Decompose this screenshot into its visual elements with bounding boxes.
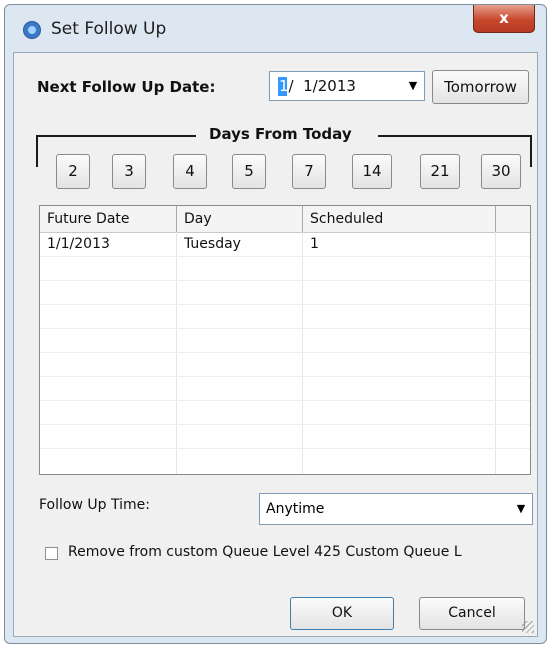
grid-row-line: [40, 328, 530, 329]
follow-up-schedule-grid[interactable]: Future Date Day Scheduled 1/1/2013 Tuesd…: [39, 205, 531, 475]
day-button-7[interactable]: 7: [292, 154, 326, 189]
next-follow-up-date-picker[interactable]: 1/ 1/2013 ▼: [269, 71, 425, 101]
date-rest-field[interactable]: / 1/2013: [289, 77, 356, 95]
date-month-field[interactable]: 1: [279, 77, 289, 95]
next-follow-up-date-label: Next Follow Up Date:: [37, 78, 216, 96]
column-header-scheduled[interactable]: Scheduled: [303, 206, 496, 232]
set-follow-up-dialog: Set Follow Up x Next Follow Up Date: 1/ …: [4, 4, 547, 644]
day-button-5[interactable]: 5: [232, 154, 266, 189]
date-dropdown-arrow-icon[interactable]: ▼: [405, 77, 421, 95]
ok-button[interactable]: OK: [290, 597, 394, 630]
dialog-body: Next Follow Up Date: 1/ 1/2013 ▼ Tomorro…: [13, 52, 538, 637]
follow-up-time-value: Anytime: [266, 501, 325, 517]
remove-queue-label[interactable]: Remove from custom Queue Level 425 Custo…: [68, 544, 462, 560]
grid-row-line: [40, 400, 530, 401]
day-button-21[interactable]: 21: [420, 154, 460, 189]
grid-row-line: [40, 424, 530, 425]
cell-future-date[interactable]: 1/1/2013: [47, 236, 110, 252]
day-button-2[interactable]: 2: [56, 154, 90, 189]
days-from-today-label: Days From Today: [209, 125, 352, 143]
grid-column-divider: [303, 232, 496, 474]
grid-row-line: [40, 352, 530, 353]
close-button[interactable]: x: [473, 5, 535, 33]
days-group-line-right: [378, 135, 532, 137]
grid-column-divider: [177, 232, 303, 474]
grid-row-line: [40, 280, 530, 281]
window-title: Set Follow Up: [51, 19, 167, 39]
grid-row-line: [40, 448, 530, 449]
cell-scheduled[interactable]: 1: [310, 236, 319, 252]
time-dropdown-arrow-icon[interactable]: ▼: [513, 500, 529, 518]
days-group-tick-right: [530, 135, 532, 167]
grid-column-divider: [40, 232, 177, 474]
column-header-future-date[interactable]: Future Date: [40, 206, 177, 232]
tomorrow-button[interactable]: Tomorrow: [432, 70, 529, 104]
app-icon: [23, 21, 41, 39]
follow-up-time-select[interactable]: Anytime ▼: [259, 493, 533, 525]
close-icon: x: [499, 9, 509, 27]
grid-header: Future Date Day Scheduled: [40, 206, 530, 233]
cancel-button[interactable]: Cancel: [419, 597, 525, 630]
days-group-line-left: [36, 135, 196, 137]
column-header-day[interactable]: Day: [177, 206, 303, 232]
remove-queue-checkbox[interactable]: [45, 547, 58, 560]
days-group-tick-left: [36, 135, 38, 167]
grid-row-line: [40, 256, 530, 257]
day-button-3[interactable]: 3: [112, 154, 146, 189]
day-button-30[interactable]: 30: [481, 154, 521, 189]
cell-day[interactable]: Tuesday: [184, 236, 241, 252]
day-button-14[interactable]: 14: [352, 154, 392, 189]
title-bar[interactable]: Set Follow Up x: [5, 5, 546, 53]
grid-row-line: [40, 304, 530, 305]
day-button-4[interactable]: 4: [173, 154, 207, 189]
grid-row-line: [40, 376, 530, 377]
follow-up-time-label: Follow Up Time:: [39, 497, 150, 513]
resize-grip-icon[interactable]: [522, 621, 534, 633]
